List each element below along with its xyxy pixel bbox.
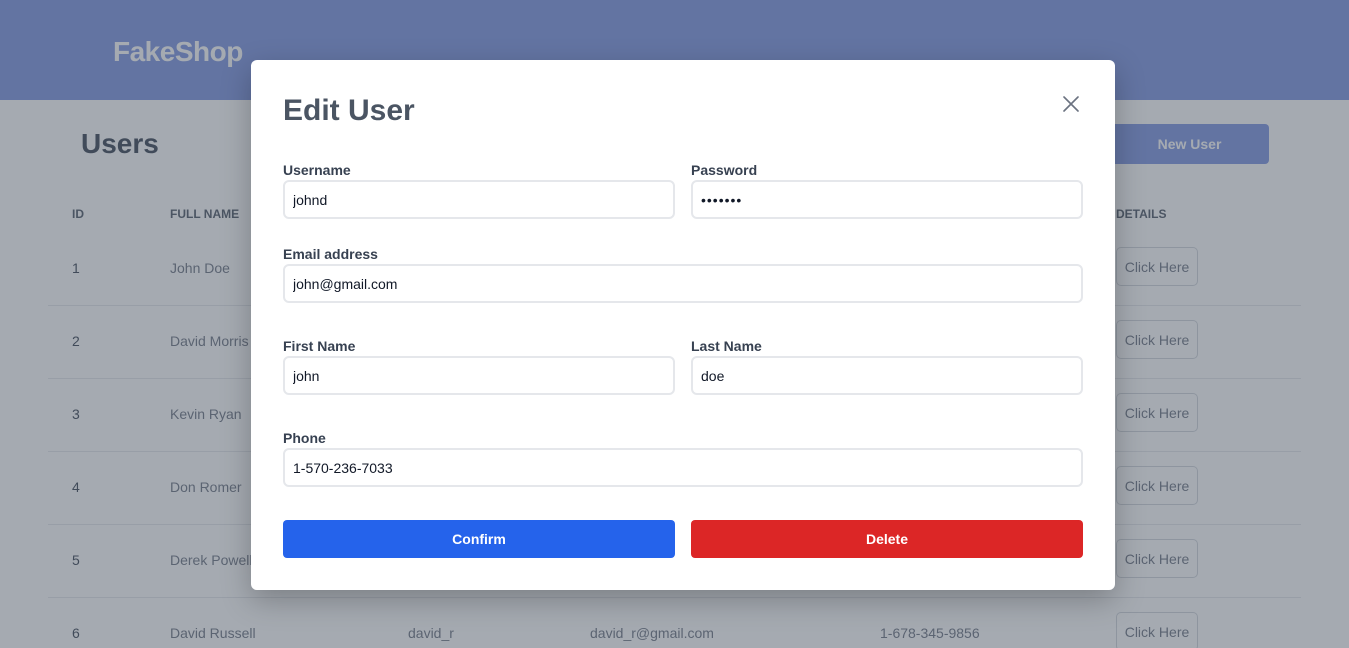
last-name-input[interactable] bbox=[691, 356, 1083, 395]
phone-input[interactable] bbox=[283, 448, 1083, 487]
first-name-label: First Name bbox=[283, 338, 356, 354]
phone-label: Phone bbox=[283, 430, 326, 446]
first-name-input[interactable] bbox=[283, 356, 675, 395]
last-name-label: Last Name bbox=[691, 338, 762, 354]
close-button[interactable] bbox=[1057, 90, 1085, 118]
confirm-button[interactable]: Confirm bbox=[283, 520, 675, 558]
username-input[interactable] bbox=[283, 180, 675, 219]
modal-title: Edit User bbox=[283, 94, 415, 127]
page: FakeShop Users New User ID FULL NAME DET… bbox=[0, 0, 1349, 648]
email-input[interactable] bbox=[283, 264, 1083, 303]
close-icon bbox=[1063, 96, 1079, 112]
username-label: Username bbox=[283, 162, 351, 178]
email-label: Email address bbox=[283, 246, 378, 262]
password-input[interactable] bbox=[691, 180, 1083, 219]
delete-button[interactable]: Delete bbox=[691, 520, 1083, 558]
password-label: Password bbox=[691, 162, 758, 178]
edit-user-modal: Edit User Username Password Email addres… bbox=[251, 60, 1115, 590]
